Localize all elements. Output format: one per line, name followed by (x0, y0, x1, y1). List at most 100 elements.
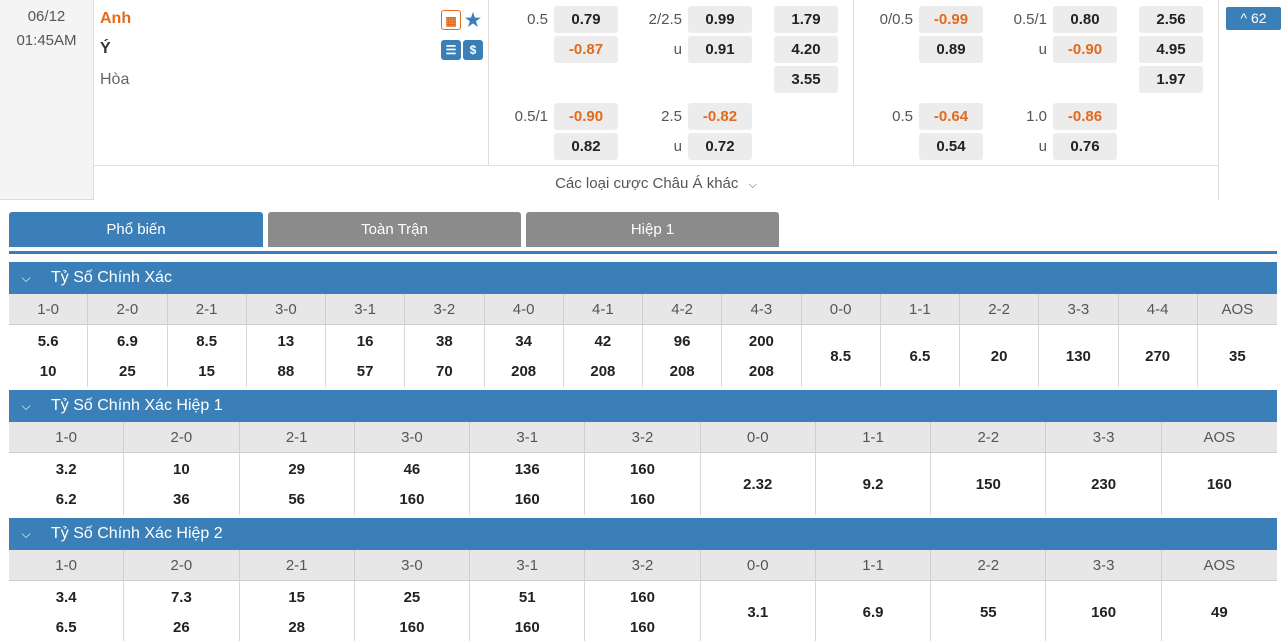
score-odds-cell[interactable]: 16 57 (326, 325, 406, 387)
tab-half1[interactable]: Hiệp 1 (526, 212, 779, 247)
home-team-name[interactable]: Anh (100, 10, 131, 28)
score-odds-home[interactable]: 25 (355, 589, 469, 606)
score-odds-single[interactable]: 160 (1046, 604, 1160, 621)
score-odds-home[interactable]: 5.6 (9, 333, 87, 350)
score-odds-single[interactable]: 3.1 (701, 604, 815, 621)
score-odds-away[interactable]: 160 (585, 491, 699, 508)
score-odds-cell[interactable]: 3.1 (701, 581, 816, 641)
score-odds-cell[interactable]: 29 56 (240, 453, 355, 515)
h1-hdp-away-2[interactable]: 0.54 (919, 133, 983, 160)
h1-ou-under-1[interactable]: -0.90 (1053, 36, 1117, 63)
score-odds-away[interactable]: 26 (124, 619, 238, 636)
h1-hdp-home-1[interactable]: -0.99 (919, 6, 983, 33)
score-odds-single[interactable]: 270 (1119, 348, 1197, 365)
score-odds-cell[interactable]: 160 (1162, 453, 1277, 515)
tab-fulltime[interactable]: Toàn Trận (268, 212, 521, 247)
score-odds-away[interactable]: 160 (470, 491, 584, 508)
score-odds-cell[interactable]: 9.2 (816, 453, 932, 515)
score-odds-home[interactable]: 34 (485, 333, 563, 350)
score-odds-cell[interactable]: 20 (960, 325, 1040, 387)
score-odds-cell[interactable]: 270 (1119, 325, 1198, 387)
score-odds-single[interactable]: 150 (931, 476, 1045, 493)
score-odds-away[interactable]: 28 (240, 619, 354, 636)
score-odds-cell[interactable]: 13 88 (247, 325, 326, 387)
ft-hdp-away-1[interactable]: -0.87 (554, 36, 618, 63)
field-icon[interactable]: ▦ (441, 10, 461, 30)
score-odds-away[interactable]: 160 (355, 491, 469, 508)
score-odds-cell[interactable]: 130 (1039, 325, 1119, 387)
score-odds-home[interactable]: 38 (405, 333, 483, 350)
score-odds-cell[interactable]: 38 70 (405, 325, 485, 387)
score-odds-home[interactable]: 7.3 (124, 589, 238, 606)
h1-1x2-away[interactable]: 4.95 (1139, 36, 1203, 63)
score-odds-cell[interactable]: 42 208 (564, 325, 643, 387)
score-odds-cell[interactable]: 136 160 (470, 453, 586, 515)
score-odds-away[interactable]: 6.2 (9, 491, 123, 508)
score-odds-cell[interactable]: 49 (1162, 581, 1277, 641)
score-odds-cell[interactable]: 160 160 (585, 453, 701, 515)
score-odds-cell[interactable]: 3.2 6.2 (9, 453, 125, 515)
dollar-icon[interactable]: $ (463, 40, 483, 60)
score-odds-home[interactable]: 15 (240, 589, 354, 606)
score-odds-home[interactable]: 29 (240, 461, 354, 478)
ft-hdp-away-2[interactable]: 0.82 (554, 133, 618, 160)
score-odds-away[interactable]: 208 (722, 363, 800, 380)
score-odds-home[interactable]: 10 (124, 461, 238, 478)
score-odds-cell[interactable]: 6.9 25 (88, 325, 168, 387)
h1-hdp-away-1[interactable]: 0.89 (919, 36, 983, 63)
score-odds-cell[interactable]: 160 160 (585, 581, 701, 641)
score-odds-home[interactable]: 13 (247, 333, 325, 350)
score-odds-cell[interactable]: 25 160 (355, 581, 471, 641)
score-odds-single[interactable]: 8.5 (802, 348, 880, 365)
score-odds-cell[interactable]: 15 28 (240, 581, 355, 641)
score-odds-cell[interactable]: 51 160 (470, 581, 586, 641)
score-odds-single[interactable]: 6.5 (881, 348, 959, 365)
more-asian-bets-toggle[interactable]: Các loại cược Châu Á khác ⌵ (93, 165, 1218, 200)
star-icon[interactable]: ★ (463, 10, 483, 30)
score-odds-single[interactable]: 230 (1046, 476, 1160, 493)
score-odds-home[interactable]: 96 (643, 333, 721, 350)
score-odds-cell[interactable]: 230 (1046, 453, 1162, 515)
score-odds-away[interactable]: 70 (405, 363, 483, 380)
scoreboard-icon[interactable]: ☰ (441, 40, 461, 60)
score-odds-away[interactable]: 160 (355, 619, 469, 636)
score-odds-home[interactable]: 160 (585, 589, 699, 606)
score-odds-cell[interactable]: 55 (931, 581, 1047, 641)
ft-ou-over-1[interactable]: 0.99 (688, 6, 752, 33)
score-odds-cell[interactable]: 5.6 10 (9, 325, 89, 387)
score-odds-cell[interactable]: 8.5 15 (168, 325, 247, 387)
score-odds-away[interactable]: 208 (564, 363, 642, 380)
score-odds-cell[interactable]: 35 (1198, 325, 1277, 387)
score-odds-single[interactable]: 130 (1039, 348, 1117, 365)
score-odds-away[interactable]: 160 (470, 619, 584, 636)
chevron-down-icon[interactable]: ⌵ (16, 262, 36, 294)
ft-ou-under-1[interactable]: 0.91 (688, 36, 752, 63)
score-odds-single[interactable]: 20 (960, 348, 1038, 365)
score-odds-away[interactable]: 160 (585, 619, 699, 636)
section-header-1[interactable]: ⌵ Tỷ Số Chính Xác (9, 262, 1277, 294)
score-odds-away[interactable]: 208 (643, 363, 721, 380)
h1-ou-under-2[interactable]: 0.76 (1053, 133, 1117, 160)
h1-ou-over-1[interactable]: 0.80 (1053, 6, 1117, 33)
ft-ou-under-2[interactable]: 0.72 (688, 133, 752, 160)
h1-ou-over-2[interactable]: -0.86 (1053, 103, 1117, 130)
score-odds-cell[interactable]: 6.9 (816, 581, 932, 641)
score-odds-cell[interactable]: 96 208 (643, 325, 723, 387)
chevron-down-icon[interactable]: ⌵ (16, 518, 36, 550)
score-odds-cell[interactable]: 10 36 (124, 453, 240, 515)
score-odds-home[interactable]: 42 (564, 333, 642, 350)
score-odds-cell[interactable]: 150 (931, 453, 1047, 515)
score-odds-away[interactable]: 56 (240, 491, 354, 508)
score-odds-cell[interactable]: 160 (1046, 581, 1162, 641)
score-odds-home[interactable]: 46 (355, 461, 469, 478)
h1-hdp-home-2[interactable]: -0.64 (919, 103, 983, 130)
score-odds-cell[interactable]: 6.5 (881, 325, 960, 387)
score-odds-single[interactable]: 160 (1162, 476, 1277, 493)
score-odds-away[interactable]: 15 (168, 363, 246, 380)
ft-hdp-home-1[interactable]: 0.79 (554, 6, 618, 33)
score-odds-away[interactable]: 57 (326, 363, 404, 380)
score-odds-single[interactable]: 2.32 (701, 476, 815, 493)
h1-1x2-draw[interactable]: 1.97 (1139, 66, 1203, 93)
chevron-down-icon[interactable]: ⌵ (16, 390, 36, 422)
score-odds-cell[interactable]: 7.3 26 (124, 581, 240, 641)
